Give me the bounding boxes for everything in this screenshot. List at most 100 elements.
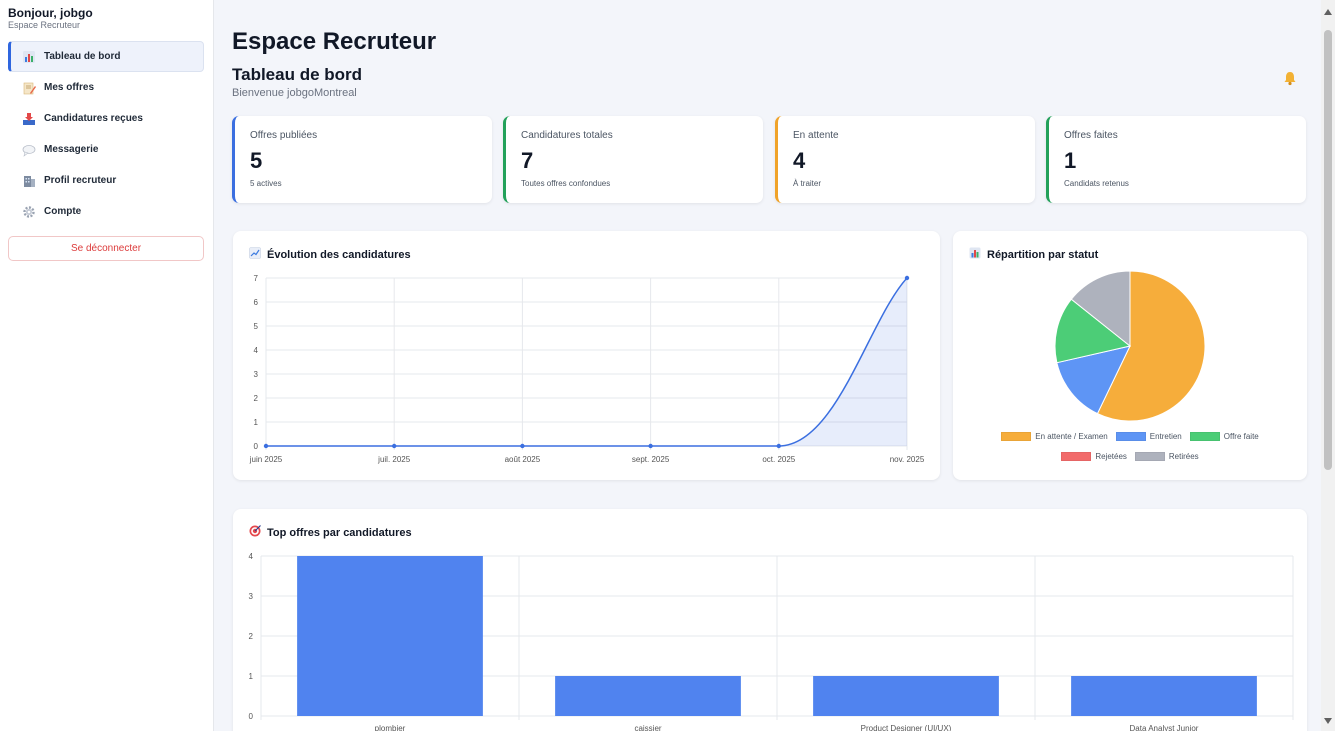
y-tick-label: 5 <box>254 322 259 331</box>
sidebar-item-compte[interactable]: Compte <box>8 196 204 227</box>
legend-row: Rejetées Retirées <box>953 450 1307 462</box>
stat-note: Candidats retenus <box>1064 179 1129 188</box>
office-building-icon <box>22 174 36 188</box>
gear-icon <box>22 205 36 219</box>
stat-label: Offres publiées <box>250 130 318 141</box>
data-point <box>776 443 781 449</box>
data-point <box>904 275 910 281</box>
bar <box>813 676 999 716</box>
x-tick-label: Product Designer (UI/UX) <box>861 724 952 731</box>
top-offres-chart-card: Top offres par candidatures 0 1 2 3 4 plombie… <box>233 509 1307 731</box>
bar <box>297 556 483 716</box>
bar-chart-icon <box>22 50 36 64</box>
y-tick-label: 2 <box>249 632 254 641</box>
sidebar: Bonjour, jobgo Espace Recruteur Tableau … <box>0 0 214 731</box>
stat-card-candidatures-totales: Candidatures totales 7 Toutes offres con… <box>503 116 763 203</box>
legend-item[interactable]: Retirées <box>1134 451 1199 461</box>
stat-card-offres-publiees: Offres publiées 5 5 actives <box>232 116 492 203</box>
sidebar-item-candidatures[interactable]: Candidatures reçues <box>8 103 204 134</box>
legend-row: En attente / Examen Entretien Offre fait… <box>953 430 1307 442</box>
inbox-icon <box>22 112 36 126</box>
x-tick-label: Data Analyst Junior <box>1130 724 1199 731</box>
stat-value: 1 <box>1064 148 1077 173</box>
legend-label: Offre faite <box>1223 431 1259 441</box>
legend-label: Entretien <box>1149 431 1182 441</box>
page-title: Espace Recruteur <box>232 28 437 55</box>
data-point <box>520 443 525 449</box>
legend-swatch <box>1115 431 1146 441</box>
stat-value: 4 <box>793 148 806 173</box>
stat-card-offres-faites: Offres faites 1 Candidats retenus <box>1046 116 1306 203</box>
repartition-chart-card: Répartition par statut En attente / Exam… <box>953 231 1307 480</box>
stat-label: Offres faites <box>1064 130 1118 141</box>
series-area <box>266 278 907 446</box>
x-tick-label: nov. 2025 <box>890 455 925 464</box>
bar-chart: 0 1 2 3 4 plombier caissier Product Designer (U… <box>249 552 1294 731</box>
sidebar-item-label: Profil recruteur <box>44 175 117 186</box>
sidebar-item-label: Messagerie <box>44 144 99 155</box>
y-tick-label: 0 <box>249 712 254 721</box>
legend-swatch <box>1134 451 1165 461</box>
legend-item[interactable]: En attente / Examen <box>1001 431 1108 441</box>
main-content: Espace Recruteur Tableau de bord Bienven… <box>214 0 1321 731</box>
user-greeting: Bonjour, jobgo Espace Recruteur <box>8 6 93 31</box>
stat-label: En attente <box>793 130 839 141</box>
sidebar-item-mes-offres[interactable]: Mes offres <box>8 72 204 103</box>
sidebar-item-label: Tableau de bord <box>44 51 121 62</box>
scroll-up-arrow-icon[interactable] <box>1324 9 1332 15</box>
memo-icon <box>22 81 36 95</box>
x-tick-label: août 2025 <box>505 455 541 464</box>
y-tick-label: 2 <box>254 394 259 403</box>
bell-icon[interactable] <box>1282 70 1298 86</box>
y-tick-label: 7 <box>254 274 259 283</box>
stat-label: Candidatures totales <box>521 130 613 141</box>
legend-label: Retirées <box>1168 451 1199 461</box>
welcome-text: Bienvenue jobgoMontreal <box>232 87 357 99</box>
x-tick-label: caissier <box>634 724 661 731</box>
greeting-title: Bonjour, jobgo <box>8 6 93 20</box>
x-tick-label: plombier <box>375 724 406 731</box>
y-tick-label: 6 <box>254 298 259 307</box>
stat-value: 5 <box>250 148 263 173</box>
legend-item[interactable]: Offre faite <box>1189 431 1259 441</box>
scrollbar-thumb[interactable] <box>1324 30 1332 470</box>
y-tick-label: 1 <box>249 672 254 681</box>
greeting-role: Espace Recruteur <box>8 20 81 30</box>
data-point <box>648 443 653 449</box>
y-tick-label: 3 <box>249 592 254 601</box>
sidebar-item-label: Mes offres <box>44 82 95 93</box>
legend-label: En attente / Examen <box>1035 431 1108 441</box>
sidebar-item-messagerie[interactable]: Messagerie <box>8 134 204 165</box>
stat-value: 7 <box>521 148 534 173</box>
bar <box>1071 676 1257 716</box>
logout-button[interactable]: Se déconnecter <box>8 236 204 261</box>
y-tick-label: 1 <box>254 418 259 427</box>
line-chart: 0 1 2 3 4 5 6 7 juin 2025 juil. 2025 août 2025 sept… <box>249 274 925 464</box>
legend-item[interactable]: Entretien <box>1115 431 1182 441</box>
sidebar-item-tableau-de-bord[interactable]: Tableau de bord <box>8 41 204 72</box>
sidebar-nav: Tableau de bord Mes offres Candidatures … <box>8 41 204 227</box>
stat-card-en-attente: En attente 4 À traiter <box>775 116 1035 203</box>
section-title: Tableau de bord <box>232 65 363 84</box>
x-tick-label: juin 2025 <box>249 455 283 464</box>
x-tick-label: sept. 2025 <box>632 455 670 464</box>
stat-note: À traiter <box>793 179 822 188</box>
y-tick-label: 3 <box>254 370 259 379</box>
x-tick-label: oct. 2025 <box>762 455 795 464</box>
y-tick-label: 0 <box>254 442 259 451</box>
legend-swatch <box>1061 451 1092 461</box>
sidebar-item-label: Candidatures reçues <box>44 113 143 124</box>
sidebar-item-profil-recruteur[interactable]: Profil recruteur <box>8 165 204 196</box>
legend-swatch <box>1189 431 1220 441</box>
series-line <box>266 277 908 447</box>
scroll-down-arrow-icon[interactable] <box>1324 718 1332 724</box>
sidebar-item-label: Compte <box>44 206 82 217</box>
x-tick-label: juil. 2025 <box>377 455 411 464</box>
pie-chart <box>1054 270 1206 422</box>
legend-swatch <box>1001 431 1032 441</box>
legend-item[interactable]: Rejetées <box>1061 451 1127 461</box>
stat-note: 5 actives <box>250 179 282 188</box>
scrollbar[interactable] <box>1321 0 1335 731</box>
y-tick-label: 4 <box>254 346 259 355</box>
bar <box>555 676 741 716</box>
